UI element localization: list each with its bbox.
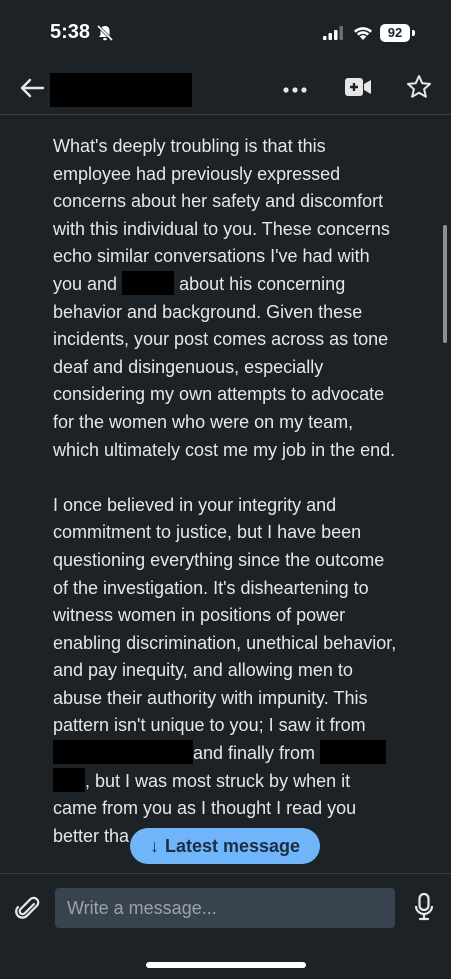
message-line: echo similar conversations I've had with	[53, 246, 370, 267]
message-line: enabling discrimination, unethical behav…	[53, 632, 397, 653]
status-time: 5:38	[50, 21, 91, 43]
redacted-name	[53, 767, 85, 792]
message-text: , but I was most struck by when it	[85, 770, 351, 791]
message-body: What's deeply troubling is that this emp…	[53, 133, 423, 850]
message-line: I once believed in your integrity and	[53, 494, 337, 515]
battery-tip	[412, 30, 415, 36]
more-icon[interactable]	[282, 82, 308, 100]
message-line: you and about his concerning	[53, 271, 423, 299]
message-input[interactable]	[55, 888, 395, 928]
message-line: commitment to justice, but I have been	[53, 522, 362, 543]
message-line: deaf and disingenuous, especially	[53, 356, 324, 377]
home-indicator[interactable]	[146, 962, 306, 968]
redacted-name	[122, 271, 175, 296]
cellular-signal-icon	[323, 26, 345, 45]
message-paragraph: I once believed in your integrity and co…	[53, 492, 423, 851]
message-line: , but I was most struck by when it	[53, 767, 423, 796]
message-line: and finally from	[53, 740, 423, 768]
star-icon[interactable]	[405, 73, 433, 106]
back-arrow-icon[interactable]	[18, 74, 46, 107]
paperclip-icon[interactable]	[13, 894, 41, 927]
message-thread: What's deeply troubling is that this emp…	[0, 115, 451, 873]
message-line: witness women in positions of power	[53, 605, 346, 626]
down-arrow-icon: ↓	[149, 835, 159, 856]
message-line: What's deeply troubling is that this	[53, 136, 326, 156]
message-line: with this individual to you. These conce…	[53, 218, 390, 239]
message-line: of the investigation. It's disheartening…	[53, 577, 369, 598]
status-bar: 5:38 92	[0, 0, 451, 62]
redacted-contact-name	[50, 73, 192, 107]
message-line: behavior and background. Given these	[53, 301, 363, 322]
message-line: and pay inequity, and allowing men to	[53, 660, 353, 681]
wifi-icon	[352, 24, 374, 46]
battery-icon: 92	[380, 24, 410, 42]
conversation-header	[0, 62, 451, 115]
message-line: for the women who were on my team,	[53, 411, 354, 432]
message-text: and finally from	[193, 743, 316, 764]
message-paragraph: What's deeply troubling is that this emp…	[53, 133, 423, 464]
message-line: considering my own attempts to advocate	[53, 384, 385, 405]
message-line: incidents, your post comes across as ton…	[53, 329, 389, 350]
message-text: about his concerning	[179, 273, 346, 294]
redacted-name	[320, 740, 387, 765]
scrollbar-thumb[interactable]	[443, 225, 447, 343]
latest-message-button[interactable]: ↓ Latest message	[130, 828, 320, 864]
message-text: you and	[53, 273, 118, 294]
message-line: concerns about her safety and discomfort	[53, 191, 384, 212]
bell-slash-icon	[96, 24, 114, 47]
message-line: which ultimately cost me my job in the e…	[53, 439, 396, 460]
latest-message-label: Latest message	[164, 835, 301, 856]
video-call-icon[interactable]	[344, 75, 372, 104]
microphone-icon[interactable]	[413, 892, 435, 927]
message-line: employee had previously expressed	[53, 163, 341, 184]
message-line: pattern isn't unique to you; I saw it fr…	[53, 715, 366, 736]
message-line: came from you as I thought I read you	[53, 798, 357, 819]
message-line: questioning everything since the outcome	[53, 549, 385, 570]
message-line: abuse their authority with impunity. Thi…	[53, 687, 368, 708]
redacted-name	[53, 740, 193, 765]
